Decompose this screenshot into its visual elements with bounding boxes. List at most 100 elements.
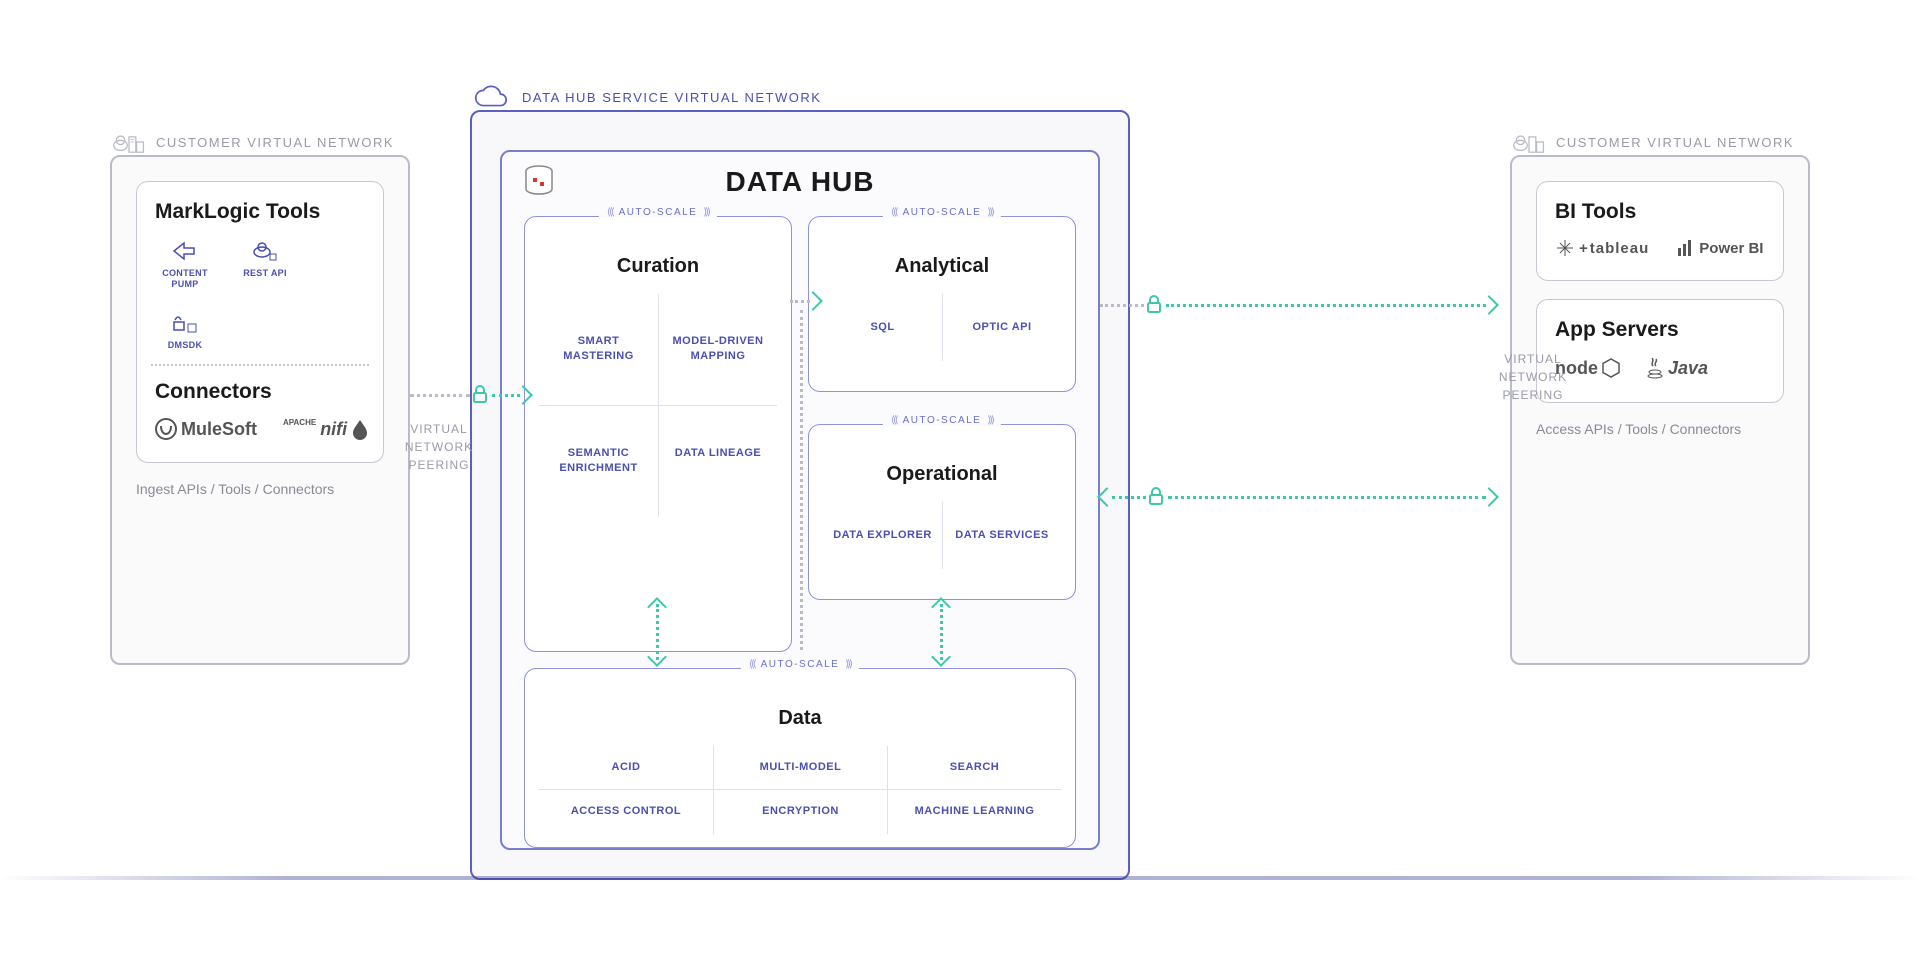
curation-title: Curation [539, 255, 777, 278]
connectors-title: Connectors [155, 380, 365, 404]
autoscale-text: AUTO-SCALE [903, 415, 982, 426]
analytical-title: Analytical [823, 255, 1061, 278]
tool-label: REST API [243, 268, 287, 279]
connector-right-lower-green [1168, 496, 1486, 499]
curation-feats: SMART MASTERING MODEL-DRIVEN MAPPING SEM… [539, 294, 777, 517]
apache-sublabel: APACHE [283, 418, 316, 427]
lock-icon [1144, 294, 1164, 314]
customer-left-header: CUSTOMER VIRTUAL NETWORK [112, 129, 394, 155]
vendor-label: Power BI [1699, 240, 1763, 257]
autoscale-text: AUTO-SCALE [619, 207, 698, 218]
autoscale-text: AUTO-SCALE [903, 207, 982, 218]
autoscale-label: ⟨⟨⟨AUTO-SCALE⟩⟩⟩ [741, 659, 859, 670]
feat: DATA SERVICES [942, 502, 1061, 569]
app-servers-title: App Servers [1555, 318, 1765, 342]
connector-center-vertical [800, 310, 803, 650]
customer-network-right: CUSTOMER VIRTUAL NETWORK BI Tools +table… [1510, 155, 1810, 665]
ground-line [0, 876, 1920, 880]
connector-right-upper-gray [1100, 304, 1144, 307]
vendor-powerbi: Power BI [1675, 238, 1763, 258]
building-cloud-icon [112, 129, 146, 155]
cloud-icon [472, 84, 510, 110]
data-title: Data [539, 707, 1061, 730]
dmsdk-icon [170, 310, 200, 336]
operational-feats: DATA EXPLORER DATA SERVICES [823, 502, 1061, 569]
operational-cluster: ⟨⟨⟨AUTO-SCALE⟩⟩⟩ Operational DATA EXPLOR… [808, 424, 1076, 600]
vendor-mulesoft: MuleSoft [155, 418, 257, 440]
content-pump-icon [170, 238, 200, 264]
tool-label: DMSDK [168, 340, 203, 351]
bi-tools-title: BI Tools [1555, 200, 1765, 224]
feat: SEMANTIC ENRICHMENT [539, 405, 658, 517]
feat: DATA LINEAGE [658, 405, 777, 517]
vendor-label: MuleSoft [181, 419, 257, 440]
autoscale-label: ⟨⟨⟨AUTO-SCALE⟩⟩⟩ [883, 415, 1001, 426]
powerbi-icon [1675, 238, 1695, 258]
vendor-row: MuleSoft APACHE nifi [155, 418, 365, 440]
autoscale-text: AUTO-SCALE [761, 659, 840, 670]
feat: OPTIC API [942, 294, 1061, 361]
curation-cluster: ⟨⟨⟨AUTO-SCALE⟩⟩⟩ Curation SMART MASTERIN… [524, 216, 792, 652]
feat: ACID [539, 746, 713, 789]
architecture-diagram: CUSTOMER VIRTUAL NETWORK MarkLogic Tools… [0, 0, 1920, 960]
tool-row: CONTENT PUMP REST API DMSDK [155, 238, 365, 350]
marklogic-tools-card: MarkLogic Tools CONTENT PUMP REST API [136, 181, 384, 463]
vendor-row: +tableau Power BI [1555, 238, 1765, 258]
right-footer: Access APIs / Tools / Connectors [1536, 421, 1784, 437]
feat: MULTI-MODEL [713, 746, 887, 789]
vendor-tableau: +tableau [1555, 238, 1649, 258]
building-cloud-icon [1512, 129, 1546, 155]
autoscale-label: ⟨⟨⟨AUTO-SCALE⟩⟩⟩ [883, 207, 1001, 218]
connector-right-upper-green [1166, 304, 1486, 307]
lock-icon [470, 384, 490, 404]
autoscale-label: ⟨⟨⟨AUTO-SCALE⟩⟩⟩ [599, 207, 717, 218]
feat: ACCESS CONTROL [539, 789, 713, 833]
feat: DATA EXPLORER [823, 502, 942, 569]
tool-label: CONTENT PUMP [155, 268, 215, 290]
vendor-label: nifi [320, 419, 347, 440]
node-icon [1602, 358, 1620, 378]
data-hub-title: DATA HUB [502, 166, 1098, 198]
tool-rest-api: REST API [235, 238, 295, 290]
feat: SMART MASTERING [539, 294, 658, 405]
arrow-right-icon [1479, 487, 1499, 507]
vendor-label: tableau [1590, 240, 1650, 257]
customer-right-label: CUSTOMER VIRTUAL NETWORK [1556, 135, 1794, 150]
feat: MACHINE LEARNING [887, 789, 1061, 833]
data-hub-header: DATA HUB SERVICE VIRTUAL NETWORK [472, 84, 821, 110]
operational-title: Operational [823, 463, 1061, 486]
vendor-row: node Java [1555, 356, 1765, 380]
analytical-cluster: ⟨⟨⟨AUTO-SCALE⟩⟩⟩ Analytical SQL OPTIC AP… [808, 216, 1076, 392]
customer-network-left: CUSTOMER VIRTUAL NETWORK MarkLogic Tools… [110, 155, 410, 665]
data-feats: ACID MULTI-MODEL SEARCH ACCESS CONTROL E… [539, 746, 1061, 834]
data-cluster: ⟨⟨⟨AUTO-SCALE⟩⟩⟩ Data ACID MULTI-MODEL S… [524, 668, 1076, 848]
nifi-drop-icon [351, 418, 369, 440]
left-footer: Ingest APIs / Tools / Connectors [136, 481, 384, 497]
connector-right-lower-inner [1112, 496, 1146, 499]
divider [151, 364, 369, 366]
feat: ENCRYPTION [713, 789, 887, 833]
mulesoft-icon [155, 418, 177, 440]
rest-api-icon [250, 238, 280, 264]
analytical-feats: SQL OPTIC API [823, 294, 1061, 361]
tool-content-pump: CONTENT PUMP [155, 238, 215, 290]
marklogic-tools-title: MarkLogic Tools [155, 200, 365, 224]
database-icon [522, 164, 556, 198]
arrow-right-icon [1479, 295, 1499, 315]
tableau-icon [1555, 238, 1575, 258]
vendor-label: Java [1668, 358, 1708, 379]
vendor-nifi: APACHE nifi [283, 418, 369, 440]
customer-left-label: CUSTOMER VIRTUAL NETWORK [156, 135, 394, 150]
bi-tools-card: BI Tools +tableau Power BI [1536, 181, 1784, 281]
connector-left-gray [410, 394, 470, 397]
peering-label-left: VIRTUAL NETWORK PEERING [394, 420, 484, 474]
data-hub-outer-label: DATA HUB SERVICE VIRTUAL NETWORK [522, 90, 821, 105]
feat: SEARCH [887, 746, 1061, 789]
vendor-java: Java [1646, 356, 1708, 380]
java-icon [1646, 356, 1664, 380]
peering-label-right: VIRTUAL NETWORK PEERING [1488, 350, 1578, 404]
feat: MODEL-DRIVEN MAPPING [658, 294, 777, 405]
customer-right-header: CUSTOMER VIRTUAL NETWORK [1512, 129, 1794, 155]
tool-dmsdk: DMSDK [155, 310, 215, 351]
lock-icon [1146, 486, 1166, 506]
